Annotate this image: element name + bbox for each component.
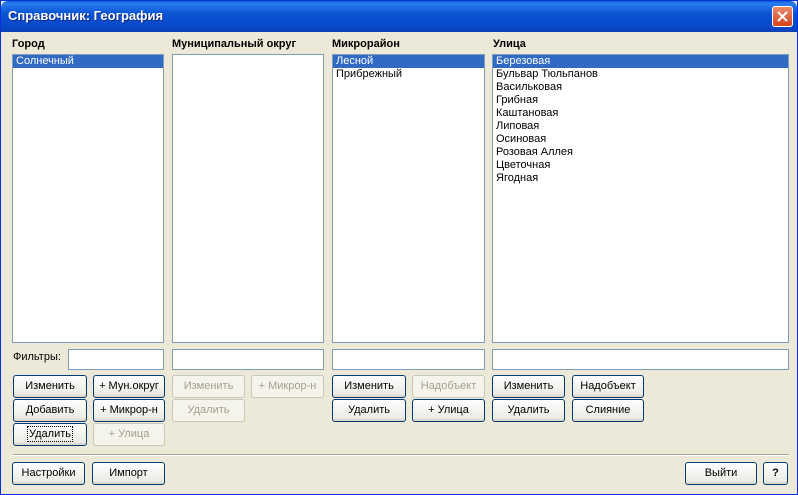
list-item[interactable]: Березовая	[493, 55, 788, 68]
microdistrict-listbox[interactable]: Лесной Прибрежный	[332, 54, 485, 343]
close-button[interactable]	[772, 6, 793, 27]
list-item[interactable]: Васильковая	[493, 81, 788, 94]
city-delete-button[interactable]: Удалить	[13, 423, 87, 446]
city-add-button[interactable]: Добавить	[13, 399, 87, 422]
list-item[interactable]: Ягодная	[493, 172, 788, 185]
district-delete-label: Удалить	[187, 404, 230, 416]
import-label: Импорт	[109, 467, 148, 479]
geography-dialog: Справочник: География Город Муниципальны…	[0, 0, 798, 495]
street-edit-button[interactable]: Изменить	[492, 375, 565, 398]
street-delete-button[interactable]: Удалить	[492, 399, 565, 422]
micro-add-street-button[interactable]: + Улица	[412, 399, 485, 422]
help-button[interactable]: ?	[763, 462, 788, 485]
district-edit-button[interactable]: Изменить	[172, 375, 245, 398]
street-delete-label: Удалить	[507, 404, 550, 416]
street-parent-label: Надобъект	[580, 380, 636, 392]
city-add-street-button[interactable]: + Улица	[93, 423, 165, 446]
filters-label: Фильтры:	[13, 351, 61, 363]
micro-delete-button[interactable]: Удалить	[332, 399, 406, 422]
district-add-microdistrict-button[interactable]: + Микрор-н	[251, 375, 324, 398]
city-delete-label: Удалить	[27, 426, 73, 442]
title-bar: Справочник: География	[1, 1, 797, 32]
street-edit-label: Изменить	[503, 380, 554, 392]
list-item[interactable]: Каштановая	[493, 107, 788, 120]
city-header: Город	[12, 38, 45, 50]
list-item[interactable]: Цветочная	[493, 159, 788, 172]
city-add-district-label: + Мун.округ	[99, 380, 159, 392]
micro-parent-button[interactable]: Надобъект	[412, 375, 485, 398]
street-merge-button[interactable]: Слияние	[572, 399, 644, 422]
city-add-street-label: + Улица	[108, 428, 150, 440]
city-add-microdistrict-label: + Микрор-н	[100, 404, 158, 416]
street-listbox[interactable]: Березовая Бульвар Тюльпанов Васильковая Гри…	[492, 54, 789, 343]
footer-separator	[13, 454, 789, 456]
list-item[interactable]: Лесной	[333, 55, 484, 68]
district-edit-label: Изменить	[183, 380, 234, 392]
district-add-microdistrict-label: + Микрор-н	[258, 380, 317, 392]
city-filter-input[interactable]	[68, 349, 164, 370]
city-add-district-button[interactable]: + Мун.округ	[93, 375, 165, 398]
list-item[interactable]: Липовая	[493, 120, 788, 133]
district-delete-button[interactable]: Удалить	[172, 399, 245, 422]
list-item[interactable]: Прибрежный	[333, 68, 484, 81]
district-listbox[interactable]	[172, 54, 324, 343]
window-title: Справочник: География	[8, 8, 164, 23]
micro-delete-label: Удалить	[348, 404, 390, 416]
close-icon	[777, 11, 788, 22]
micro-edit-label: Изменить	[344, 380, 394, 392]
city-edit-button[interactable]: Изменить	[13, 375, 87, 398]
street-filter-input[interactable]	[492, 349, 789, 370]
micro-parent-label: Надобъект	[420, 380, 477, 392]
exit-button[interactable]: Выйти	[685, 462, 757, 485]
micro-add-street-label: + Улица	[428, 404, 469, 416]
city-edit-label: Изменить	[25, 380, 75, 392]
micro-edit-button[interactable]: Изменить	[332, 375, 406, 398]
list-item[interactable]: Грибная	[493, 94, 788, 107]
street-merge-label: Слияние	[585, 404, 631, 416]
settings-label: Настройки	[21, 467, 76, 479]
list-item[interactable]: Розовая Аллея	[493, 146, 788, 159]
district-filter-input[interactable]	[172, 349, 324, 370]
district-header: Муниципальный округ	[172, 38, 297, 50]
street-header: Улица	[493, 38, 526, 50]
city-add-label: Добавить	[25, 404, 75, 416]
list-item[interactable]: Солнечный	[13, 55, 163, 68]
import-button[interactable]: Импорт	[92, 462, 165, 485]
list-item[interactable]: Осиновая	[493, 133, 788, 146]
help-label: ?	[772, 467, 779, 479]
settings-button[interactable]: Настройки	[12, 462, 85, 485]
street-parent-button[interactable]: Надобъект	[572, 375, 644, 398]
microdistrict-header: Микрорайон	[332, 38, 400, 50]
city-listbox[interactable]: Солнечный	[12, 54, 164, 343]
list-item[interactable]: Бульвар Тюльпанов	[493, 68, 788, 81]
city-add-microdistrict-button[interactable]: + Микрор-н	[93, 399, 165, 422]
microdistrict-filter-input[interactable]	[332, 349, 485, 370]
exit-label: Выйти	[704, 467, 738, 479]
